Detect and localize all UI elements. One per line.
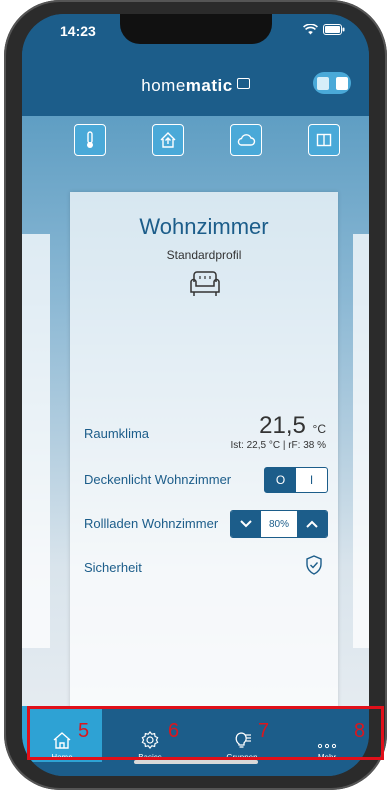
room-title: Wohnzimmer <box>139 214 269 239</box>
chevron-up-icon <box>306 520 318 528</box>
wifi-icon <box>303 24 318 35</box>
shutter-control: 80% <box>230 510 328 538</box>
chevron-down-icon <box>240 520 252 528</box>
app-screen: 14:23 homematic Wohnzimmer Standardprofi… <box>22 14 369 776</box>
card-view-icon <box>335 76 348 90</box>
next-room-card[interactable] <box>353 234 369 648</box>
room-profile: Standardprofil <box>166 248 242 262</box>
light-label: Deckenlicht Wohnzimmer <box>84 472 232 487</box>
shutter-up-button[interactable] <box>297 511 327 537</box>
battery-icon <box>323 24 345 35</box>
status-icons <box>303 24 345 35</box>
house-icon <box>160 132 176 148</box>
temperature-value: 21,5 °C <box>259 412 326 440</box>
thermometer-icon-button[interactable] <box>74 124 106 156</box>
security-label: Sicherheit <box>84 560 142 575</box>
list-view-icon <box>316 76 329 90</box>
prev-room-card[interactable] <box>22 234 50 648</box>
shutter-down-button[interactable] <box>231 511 261 537</box>
shutter-percent: 80% <box>268 518 289 530</box>
window-icon <box>316 133 332 147</box>
window-icon-button[interactable] <box>308 124 340 156</box>
house-icon-button[interactable] <box>152 124 184 156</box>
device-notch <box>120 14 272 44</box>
room-card: Wohnzimmer Standardprofil Raumklima 21,5… <box>70 192 338 718</box>
temperature-unit: °C <box>312 422 326 436</box>
sofa-icon <box>190 271 220 296</box>
climate-label: Raumklima <box>84 426 150 441</box>
shield-check-icon <box>306 555 322 575</box>
brand-text-light: home <box>141 76 186 95</box>
shutter-label: Rollladen Wohnzimmer <box>84 516 219 531</box>
phone-frame: 14:23 homematic Wohnzimmer Standardprofi… <box>4 0 387 790</box>
view-toggle-button[interactable] <box>313 72 351 94</box>
brand-text-bold: matic <box>185 76 233 95</box>
cloud-icon <box>237 134 256 146</box>
climate-detail: Ist: 22,5 °C | rF: 38 % <box>230 440 326 451</box>
light-on-button[interactable]: O <box>265 468 296 492</box>
home-indicator[interactable] <box>134 760 258 764</box>
cloud-icon-button[interactable] <box>230 124 262 156</box>
status-time: 14:23 <box>60 23 96 39</box>
category-icon-bar <box>22 124 369 168</box>
brand-mark-icon <box>236 78 250 89</box>
temperature-number: 21,5 <box>259 412 306 439</box>
light-toggle[interactable]: O I <box>264 467 328 493</box>
thermometer-icon <box>87 131 93 148</box>
light-off-button[interactable]: I <box>296 468 327 492</box>
annotation-highlight-box <box>27 706 384 760</box>
